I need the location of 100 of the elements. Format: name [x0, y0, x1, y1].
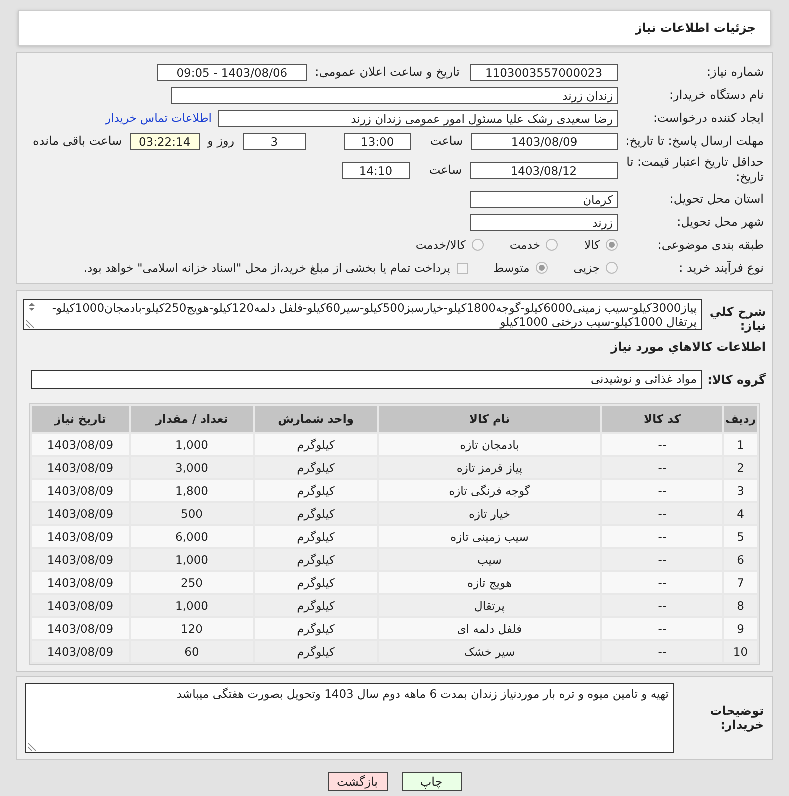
field-label: ایجاد کننده درخواست:	[652, 110, 764, 126]
table-cell: --	[602, 595, 722, 616]
field-label: ساعت باقی مانده	[33, 134, 122, 148]
option-label: جزیی	[574, 261, 600, 275]
radio-button[interactable]	[536, 262, 548, 274]
text-field[interactable]: 03:22:14	[130, 132, 200, 150]
option-label: کالا/خدمت	[416, 238, 466, 252]
table-cell: کیلوگرم	[255, 526, 377, 547]
table-cell: سیب زمینی تازه	[379, 526, 600, 547]
table-cell: 1,000	[131, 549, 253, 570]
column-header: کد کالا	[602, 406, 722, 432]
table-cell: کیلوگرم	[255, 480, 377, 501]
radio-button[interactable]	[606, 239, 618, 251]
text-field[interactable]: 1403/08/12	[470, 162, 618, 178]
table-cell: بادمجان تازه	[379, 434, 600, 455]
table-cell: خیار تازه	[379, 503, 600, 524]
table-cell: فلفل دلمه ای	[379, 618, 600, 639]
table-cell: 1403/08/09	[32, 618, 129, 639]
field-label: استان محل تحویل:	[668, 192, 764, 206]
table-cell: 60	[131, 641, 253, 662]
table-cell: کیلوگرم	[255, 549, 377, 570]
notes-field[interactable]: تهیه و تامین میوه و تره بار موردنیاز زندان بمدت 6 ماهه دوم سال 1403 وتحویل بصورت هفتگی میباشد	[25, 683, 674, 753]
table-cell: 1403/08/09	[32, 526, 129, 547]
table-cell: --	[602, 457, 722, 478]
table-cell: 1403/08/09	[32, 595, 129, 616]
table-cell: کیلوگرم	[255, 618, 377, 639]
table-cell: 2	[724, 457, 757, 478]
table-cell: پیاز قرمز تازه	[379, 457, 600, 478]
table-cell: --	[602, 503, 722, 524]
table-cell: 1403/08/09	[32, 480, 129, 501]
checkbox[interactable]	[456, 262, 468, 274]
table-cell: 1,000	[131, 595, 253, 616]
field-label: شرح کلي نياز:	[708, 304, 766, 333]
text-field[interactable]: مواد غذائی و نوشیدنی	[31, 370, 702, 389]
text-field[interactable]: 3	[242, 132, 306, 150]
table-cell: 1,000	[131, 434, 253, 455]
radio-button[interactable]	[546, 239, 558, 251]
table-cell: 1,800	[131, 480, 253, 501]
page-title: جزئیات اطلاعات نیاز	[635, 21, 756, 35]
option-label: پرداخت تمام یا بخشی از مبلغ خرید،از محل "اسناد خزانه اسلامی" خواهد بود.	[84, 261, 451, 275]
text-field[interactable]: رضا سعیدی رشک علیا مسئول امور عمومی زندان زرند	[218, 110, 618, 126]
text-field[interactable]: 13:00	[344, 132, 412, 150]
section-heading: اطلاعات کالاهاي مورد نياز	[610, 340, 766, 354]
text-field[interactable]: زرند	[470, 214, 618, 230]
table-cell: 6	[724, 549, 757, 570]
table-cell: 1403/08/09	[32, 457, 129, 478]
table-cell: 120	[131, 618, 253, 639]
table-cell: 1403/08/09	[32, 572, 129, 593]
option-label: خدمت	[510, 238, 540, 252]
column-header: ردیف	[724, 406, 757, 432]
table-cell: --	[602, 434, 722, 455]
table-cell: سیب	[379, 549, 600, 570]
text-field[interactable]: 1403/08/09	[471, 132, 618, 150]
table-cell: 1403/08/09	[32, 503, 129, 524]
table-cell: 1403/08/09	[32, 641, 129, 662]
table-cell: 10	[724, 641, 757, 662]
field-label: ساعت	[428, 163, 462, 177]
field-label: ساعت	[429, 134, 464, 148]
field-label: تاریخ و ساعت اعلان عمومی:	[315, 65, 460, 79]
print-button[interactable]: چاپ	[402, 772, 462, 791]
field-label: مهلت ارسال پاسخ: تا تاریخ:	[624, 134, 764, 148]
table-cell: 9	[724, 618, 757, 639]
table-cell: پرتقال	[379, 595, 600, 616]
back-button[interactable]: بازگشت	[328, 772, 388, 791]
radio-button[interactable]	[606, 262, 618, 274]
option-label: متوسط	[494, 261, 530, 275]
table-cell: --	[602, 549, 722, 570]
table-cell: 3,000	[131, 457, 253, 478]
option-label: کالا	[584, 238, 600, 252]
table-cell: 3	[724, 480, 757, 501]
field-label: نام دستگاه خریدار:	[668, 88, 764, 102]
contact-link[interactable]: اطلاعات تماس خریدار	[105, 111, 212, 125]
table-cell: --	[602, 641, 722, 662]
table-cell: 1	[724, 434, 757, 455]
table-cell: 500	[131, 503, 253, 524]
field-label: طبقه بندی موضوعی:	[656, 238, 764, 252]
table-cell: --	[602, 572, 722, 593]
table-cell: 1403/08/09	[32, 434, 129, 455]
resize-grip-icon[interactable]	[28, 743, 36, 751]
text-field[interactable]: زندان زرند	[171, 86, 618, 104]
table-cell: سیر خشک	[379, 641, 600, 662]
text-field[interactable]: 14:10	[342, 162, 410, 178]
table-cell: 7	[724, 572, 757, 593]
resize-grip-icon[interactable]	[26, 320, 34, 328]
table-cell: کیلوگرم	[255, 457, 377, 478]
table-cell: کیلوگرم	[255, 595, 377, 616]
radio-button[interactable]	[472, 239, 484, 251]
column-header: تاریخ نیاز	[32, 406, 129, 432]
table-cell: --	[602, 526, 722, 547]
field-label: گروه کالا:	[706, 372, 766, 386]
field-label: روز و	[208, 134, 235, 148]
field-label: نوع فرآیند خرید :	[678, 260, 764, 276]
table-cell: 8	[724, 595, 757, 616]
text-field[interactable]: 1403/08/06 - 09:05	[157, 64, 308, 80]
text-field[interactable]: کرمان	[470, 190, 618, 208]
summary-field[interactable]: پیاز3000کیلو-سیب زمینی6000کیلو-گوجه1800کیلو-خیارسبز500کیلو-سیر60کیلو-فلفل دلمه120کیلو-هویج250کیلو-بادمجان1000کیلو-پرتقال 1000کیلو-سیب درختی 1000کیلو	[23, 299, 702, 330]
text-field[interactable]: 1103003557000023	[470, 64, 618, 80]
table-cell: کیلوگرم	[255, 641, 377, 662]
column-header: نام کالا	[379, 406, 600, 432]
table-cell: هویج تازه	[379, 572, 600, 593]
